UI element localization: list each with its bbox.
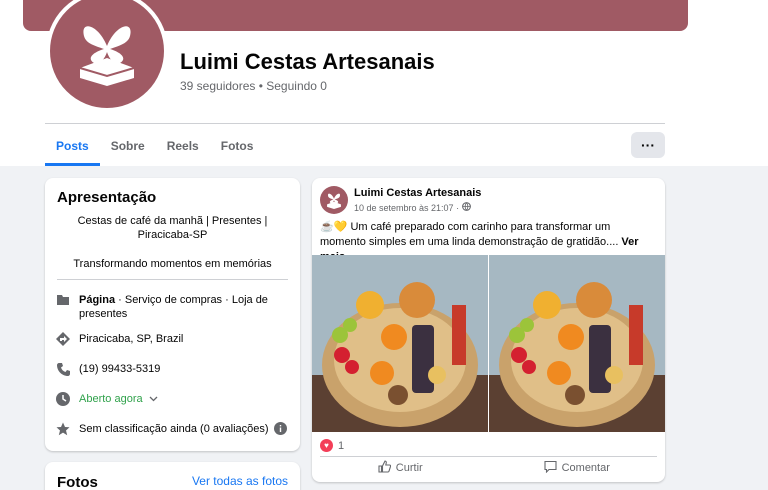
tab-bar: Posts Sobre Reels Fotos (45, 126, 264, 166)
motto-text: Transformando momentos em memórias (73, 258, 272, 270)
intro-title: Apresentação (57, 189, 157, 206)
love-reaction-icon: ♥ (320, 439, 333, 452)
profile-avatar[interactable] (46, 0, 168, 112)
follower-stats[interactable]: 39 seguidores • Seguindo 0 (180, 79, 327, 93)
flag-icon (56, 293, 70, 307)
page-header: Luimi Cestas Artesanais 39 seguidores • … (0, 0, 768, 166)
hours-text: Aberto agora (79, 393, 143, 405)
info-circle-icon[interactable] (273, 422, 287, 439)
info-hours[interactable]: Aberto agora (56, 392, 291, 406)
like-button[interactable]: Curtir (312, 459, 489, 477)
location-text[interactable]: Piracicaba, SP, Brazil (79, 332, 183, 346)
post-card: Luimi Cestas Artesanais 10 de setembro à… (312, 178, 665, 482)
photos-title: Fotos (57, 474, 98, 490)
directions-icon (56, 332, 70, 346)
bio-text: Cestas de café da manhã | Presentes | Pi… (77, 215, 268, 241)
post-emoji: ☕💛 (320, 221, 348, 233)
comment-button[interactable]: Comentar (489, 459, 666, 477)
page-type-label: Página (79, 294, 116, 306)
intro-card: Apresentação Cestas de café da manhã | P… (45, 178, 300, 451)
tab-posts[interactable]: Posts (45, 126, 100, 166)
post-actions: Curtir Comentar (312, 459, 665, 477)
phone-text[interactable]: (19) 99433-5319 (79, 362, 160, 376)
comment-icon (544, 460, 557, 476)
info-rating: Sem classificação ainda (0 avaliações) (56, 422, 291, 439)
page-title: Luimi Cestas Artesanais (180, 49, 435, 74)
phone-icon (56, 362, 70, 376)
star-icon (56, 422, 70, 436)
globe-icon (462, 202, 471, 213)
post-photo-1[interactable] (312, 255, 488, 432)
like-label: Curtir (395, 462, 423, 474)
butterfly-logo-icon (327, 193, 341, 209)
tab-reels[interactable]: Reels (156, 126, 210, 166)
post-date-text: 10 de setembro às 21:07 · (354, 202, 460, 213)
chevron-down-icon (149, 392, 158, 406)
thumbs-up-icon (378, 460, 391, 476)
reaction-count: 1 (338, 439, 345, 452)
post-author-name[interactable]: Luimi Cestas Artesanais (354, 187, 481, 199)
header-divider (45, 123, 665, 124)
tab-fotos[interactable]: Fotos (210, 126, 265, 166)
post-timestamp[interactable]: 10 de setembro às 21:07 · (354, 202, 471, 213)
more-options-button[interactable]: ··· (631, 132, 665, 158)
rating-text: Sem classificação ainda (0 avaliações) (79, 423, 269, 435)
butterfly-logo-icon (79, 26, 135, 86)
clock-icon (56, 392, 70, 406)
see-all-photos-link[interactable]: Ver todas as fotos (192, 474, 288, 488)
reaction-summary[interactable]: ♥ 1 (320, 439, 344, 452)
post-author-avatar[interactable] (320, 186, 348, 214)
info-page-category: Página · Serviço de compras · Loja de pr… (56, 293, 291, 321)
post-photo-2[interactable] (489, 255, 665, 432)
info-phone: (19) 99433-5319 (56, 362, 291, 376)
post-text: Um café preparado com carinho para trans… (320, 221, 619, 248)
intro-divider (57, 279, 288, 280)
comment-label: Comentar (561, 462, 610, 474)
photos-card: Fotos Ver todas as fotos (45, 462, 300, 490)
post-divider (320, 456, 657, 457)
info-location: Piracicaba, SP, Brazil (56, 332, 291, 346)
tab-sobre[interactable]: Sobre (100, 126, 156, 166)
